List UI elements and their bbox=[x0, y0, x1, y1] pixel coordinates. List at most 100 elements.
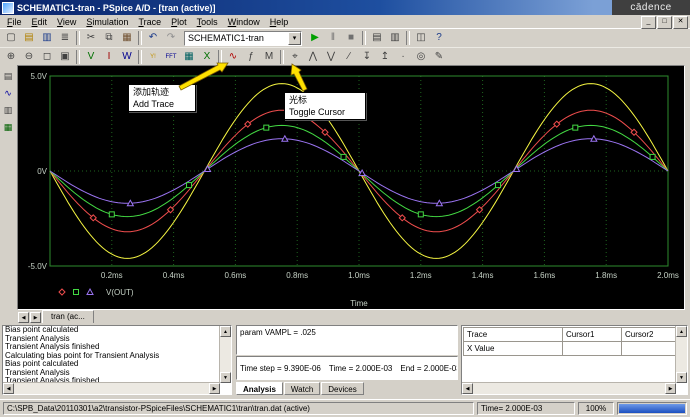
callout-text-cn: 添加轨迹 bbox=[133, 86, 191, 98]
mark-label-icon[interactable]: ✎ bbox=[430, 49, 448, 65]
scroll-up-icon[interactable]: ▲ bbox=[676, 326, 687, 337]
simulation-status-panel: param VAMPL = .025 Time step = 9.390E-06… bbox=[236, 325, 458, 395]
copy-icon[interactable]: ⧉ bbox=[100, 30, 118, 46]
stop-button[interactable]: ■ bbox=[342, 30, 360, 46]
restore-button[interactable]: □ bbox=[657, 16, 672, 29]
menu-trace[interactable]: Trace bbox=[133, 17, 166, 27]
close-button[interactable]: ✕ bbox=[673, 16, 688, 29]
menu-window[interactable]: Window bbox=[223, 17, 265, 27]
goal-functions-icon[interactable]: Y! bbox=[144, 49, 162, 65]
svg-text:1.4ms: 1.4ms bbox=[472, 271, 494, 280]
toolbar-separator bbox=[218, 50, 222, 64]
save-icon[interactable]: ▥ bbox=[38, 30, 56, 46]
menu-bar: FileEditViewSimulationTracePlotToolsWind… bbox=[0, 15, 690, 28]
menu-simulation[interactable]: Simulation bbox=[81, 17, 133, 27]
paste-icon[interactable]: ▦ bbox=[118, 30, 136, 46]
cursor-min-icon[interactable]: ↧ bbox=[358, 49, 376, 65]
zoom-out-icon[interactable]: ⊖ bbox=[20, 49, 38, 65]
left-toolbar: ▤ ∿ ▥ ▦ bbox=[0, 65, 16, 310]
add-trace-button[interactable]: ∿ bbox=[224, 49, 242, 65]
print-icon[interactable]: ≣ bbox=[56, 30, 74, 46]
menu-file[interactable]: File bbox=[2, 17, 27, 27]
callout-text-en: Toggle Cursor bbox=[289, 106, 361, 118]
circuit-file-icon[interactable]: ▥ bbox=[1, 103, 15, 117]
cursor-vscrollbar[interactable]: ▲ ▼ bbox=[675, 326, 687, 383]
pspice-window: SCHEMATIC1-tran - PSpice A/D - [tran (ac… bbox=[0, 0, 690, 417]
cursor-slope-icon[interactable]: ∕ bbox=[340, 49, 358, 65]
tab-analysis[interactable]: Analysis bbox=[236, 382, 283, 395]
output-vscrollbar[interactable]: ▲ ▼ bbox=[219, 326, 231, 383]
cursor-window[interactable]: TraceCursor1Cursor2X Value ▲ ▼ ◀ ▶ bbox=[461, 325, 688, 395]
output-hscrollbar[interactable]: ◀ ▶ bbox=[3, 382, 220, 394]
output-window-icon[interactable]: ▦ bbox=[1, 120, 15, 134]
plot-tab-strip: ◀ ▶ tran (ac... bbox=[17, 310, 685, 323]
bias-power-icon[interactable]: W bbox=[118, 49, 136, 65]
macro-icon[interactable]: M bbox=[260, 49, 278, 65]
tab-scroll-right-icon[interactable]: ▶ bbox=[30, 312, 41, 323]
simulation-profile-combo[interactable]: SCHEMATIC1-tran ▾ bbox=[184, 31, 302, 46]
mdi-window-buttons: _□✕ bbox=[641, 16, 688, 29]
simulation-queue-icon[interactable]: ◫ bbox=[412, 30, 430, 46]
watch-parameter-box: param VAMPL = .025 bbox=[236, 325, 458, 355]
help-icon[interactable]: ? bbox=[430, 30, 448, 46]
cursor-col-trace: Trace bbox=[464, 328, 563, 342]
scroll-down-icon[interactable]: ▼ bbox=[220, 372, 231, 383]
run-button[interactable]: ▶ bbox=[306, 30, 324, 46]
scroll-right-icon[interactable]: ▶ bbox=[209, 383, 220, 394]
menu-tools[interactable]: Tools bbox=[192, 17, 223, 27]
combo-value: SCHEMATIC1-tran bbox=[188, 33, 264, 43]
status-sim-time: Time= 2.000E-03 bbox=[477, 402, 575, 415]
add-function-icon[interactable]: ƒ bbox=[242, 49, 260, 65]
toolbar-separator bbox=[362, 31, 366, 45]
cursor-hscrollbar[interactable]: ◀ ▶ bbox=[462, 382, 676, 394]
menu-view[interactable]: View bbox=[52, 17, 81, 27]
cursor-point-icon[interactable]: ∙ bbox=[394, 49, 412, 65]
cursor-value bbox=[622, 342, 681, 356]
zoom-in-icon[interactable]: ⊕ bbox=[2, 49, 20, 65]
scroll-up-icon[interactable]: ▲ bbox=[220, 326, 231, 337]
scroll-down-icon[interactable]: ▼ bbox=[676, 372, 687, 383]
view-output-file-icon[interactable]: ▥ bbox=[386, 30, 404, 46]
new-file-icon[interactable]: ▢ bbox=[2, 30, 20, 46]
waveform-window-icon[interactable]: ∿ bbox=[1, 86, 15, 100]
pause-button[interactable]: ‖ bbox=[324, 30, 342, 46]
cursor-search-icon[interactable]: ◎ bbox=[412, 49, 430, 65]
open-file-icon[interactable]: ▤ bbox=[20, 30, 38, 46]
cursor-table: TraceCursor1Cursor2X Value bbox=[462, 327, 687, 356]
tab-watch[interactable]: Watch bbox=[284, 382, 320, 395]
zoom-area-icon[interactable]: ◻ bbox=[38, 49, 56, 65]
cursor-peak-icon[interactable]: ⋀ bbox=[304, 49, 322, 65]
bias-current-icon[interactable]: I bbox=[100, 49, 118, 65]
bias-voltage-icon[interactable]: V bbox=[82, 49, 100, 65]
cursor-row-label: X Value bbox=[464, 342, 563, 356]
status-file-path: C:\SPB_Data\20110301\a2\transistor-PSpic… bbox=[3, 402, 474, 415]
cursor-trough-icon[interactable]: ⋁ bbox=[322, 49, 340, 65]
menu-help[interactable]: Help bbox=[265, 17, 294, 27]
excel-export-icon[interactable]: X bbox=[198, 49, 216, 65]
svg-text:0.4ms: 0.4ms bbox=[163, 271, 185, 280]
scroll-right-icon[interactable]: ▶ bbox=[665, 383, 676, 394]
toolbar-separator bbox=[138, 50, 142, 64]
plot-tab-tran[interactable]: tran (ac... bbox=[42, 310, 94, 323]
undo-icon[interactable]: ↶ bbox=[144, 30, 162, 46]
toggle-cursor-button[interactable]: ⌖ bbox=[286, 49, 304, 65]
scroll-left-icon[interactable]: ◀ bbox=[462, 383, 473, 394]
menu-plot[interactable]: Plot bbox=[166, 17, 192, 27]
scroll-left-icon[interactable]: ◀ bbox=[3, 383, 14, 394]
tab-devices[interactable]: Devices bbox=[321, 382, 363, 395]
time-step-value: Time step = 9.390E-06 bbox=[240, 364, 321, 373]
fourier-fft-icon[interactable]: FFT bbox=[162, 49, 180, 65]
performance-analysis-icon[interactable]: ▦ bbox=[180, 49, 198, 65]
cut-icon[interactable]: ✂ bbox=[82, 30, 100, 46]
output-messages-panel[interactable]: Bias point calculatedTransient AnalysisT… bbox=[2, 325, 232, 395]
svg-text:V(OUT): V(OUT) bbox=[106, 288, 134, 297]
redo-icon[interactable]: ↷ bbox=[162, 30, 180, 46]
view-netlist-icon[interactable]: ▤ bbox=[368, 30, 386, 46]
menu-edit[interactable]: Edit bbox=[27, 17, 53, 27]
simulation-results-icon[interactable]: ▤ bbox=[1, 69, 15, 83]
zoom-fit-icon[interactable]: ▣ bbox=[56, 49, 74, 65]
cursor-max-icon[interactable]: ↥ bbox=[376, 49, 394, 65]
tab-scroll-left-icon[interactable]: ◀ bbox=[18, 312, 29, 323]
minimize-button[interactable]: _ bbox=[641, 16, 656, 29]
combo-dropdown-arrow[interactable]: ▾ bbox=[288, 32, 301, 45]
